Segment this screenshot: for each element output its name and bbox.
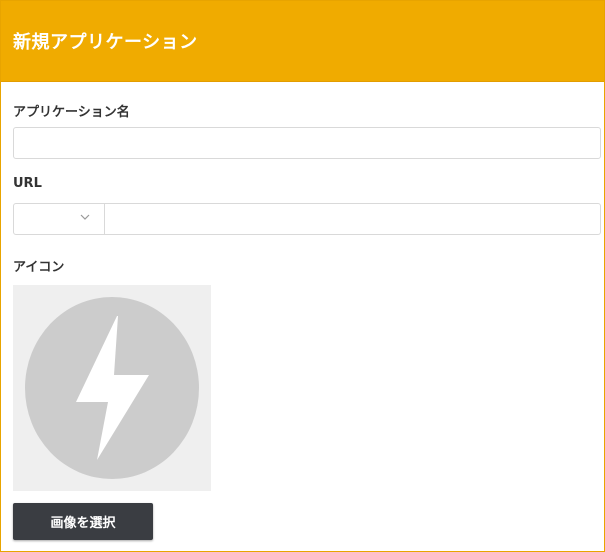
- icon-preview: [13, 285, 211, 491]
- url-row: [13, 203, 601, 235]
- new-application-dialog: 新規アプリケーション アプリケーション名 URL アイコン 画像を選択: [0, 0, 605, 552]
- url-scheme-select[interactable]: [13, 203, 105, 235]
- dialog-header: 新規アプリケーション: [1, 1, 604, 82]
- form-body: アプリケーション名 URL アイコン 画像を選択: [1, 101, 604, 540]
- url-input[interactable]: [105, 203, 601, 235]
- icon-label: アイコン: [13, 260, 65, 275]
- chevron-down-icon: [80, 214, 90, 220]
- app-name-label: アプリケーション名: [13, 105, 130, 120]
- dialog-title: 新規アプリケーション: [13, 32, 198, 53]
- lightning-bolt-icon: [25, 297, 199, 479]
- app-name-input[interactable]: [13, 127, 601, 159]
- url-label: URL: [13, 176, 42, 191]
- select-image-button[interactable]: 画像を選択: [13, 503, 153, 540]
